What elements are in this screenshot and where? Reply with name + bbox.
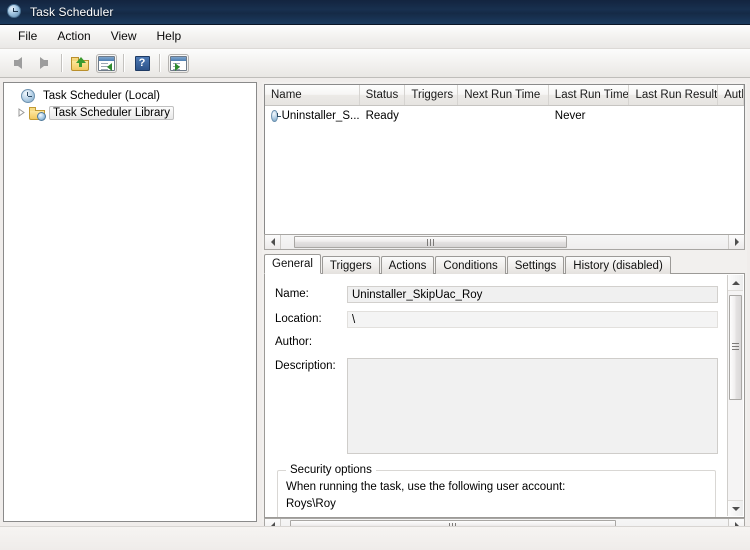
column-header-author[interactable]: Auth	[718, 85, 744, 105]
cell-name: Uninstaller_S...	[265, 109, 360, 122]
security-options-title: Security options	[286, 464, 376, 476]
description-field[interactable]	[347, 358, 718, 454]
toolbar-separator-3	[159, 54, 161, 72]
toolbar-separator-1	[61, 54, 63, 72]
tab-settings[interactable]: Settings	[506, 256, 565, 274]
show-hide-console-tree-button[interactable]	[94, 52, 118, 75]
up-one-level-button[interactable]	[68, 52, 92, 75]
author-label: Author:	[275, 336, 313, 348]
security-account-value: Roys\Roy	[286, 498, 336, 510]
tab-triggers[interactable]: Triggers	[321, 256, 380, 274]
grip-icon	[732, 343, 739, 352]
task-list-view[interactable]: Name Status Triggers Next Run Time Last …	[264, 84, 745, 236]
scroll-right-button[interactable]	[728, 235, 744, 249]
task-scheduler-window: Task Scheduler File Action View Help ? T…	[0, 0, 750, 550]
scroll-track[interactable]	[728, 291, 743, 500]
location-field[interactable]: \	[347, 311, 718, 328]
column-header-last-run-result[interactable]: Last Run Result	[629, 85, 719, 105]
form-row-author: Author:	[275, 334, 728, 350]
help-button[interactable]: ?	[130, 52, 154, 75]
column-header-next-run-time[interactable]: Next Run Time	[458, 85, 549, 105]
detail-vertical-scrollbar[interactable]	[727, 275, 743, 516]
back-button[interactable]	[6, 52, 30, 75]
results-pane: Name Status Triggers Next Run Time Last …	[262, 82, 747, 534]
detail-tabstrip: General Triggers Actions Conditions Sett…	[264, 254, 672, 274]
tab-history[interactable]: History (disabled)	[565, 256, 671, 274]
column-header-status[interactable]: Status	[360, 85, 406, 105]
tab-panel-general: Name: Uninstaller_SkipUac_Roy Location: …	[264, 273, 745, 518]
show-hide-action-pane-button[interactable]	[166, 52, 190, 75]
scroll-up-button[interactable]	[728, 275, 743, 291]
arrow-right-icon	[40, 57, 48, 69]
tree-item-label: Task Scheduler Library	[49, 105, 174, 120]
menu-item-help[interactable]: Help	[147, 26, 192, 47]
clock-icon	[271, 110, 280, 122]
form-row-location: Location: \	[275, 311, 728, 328]
scroll-left-button[interactable]	[265, 235, 281, 249]
author-field[interactable]	[347, 334, 718, 350]
task-detail-pane: General Triggers Actions Conditions Sett…	[264, 254, 745, 518]
scroll-thumb[interactable]	[294, 236, 568, 248]
general-form: Name: Uninstaller_SkipUac_Roy Location: …	[265, 274, 728, 517]
status-bar	[0, 526, 750, 550]
window-clock-icon	[7, 4, 23, 20]
task-name-text: Uninstaller_S...	[281, 109, 360, 122]
column-header-name[interactable]: Name	[265, 85, 360, 105]
tab-actions[interactable]: Actions	[380, 256, 435, 274]
folder-up-icon	[71, 56, 89, 71]
cell-status: Ready	[365, 109, 399, 122]
menu-item-view[interactable]: View	[101, 26, 147, 47]
tree-item-task-scheduler-local[interactable]: Task Scheduler (Local)	[4, 87, 256, 104]
tab-conditions[interactable]: Conditions	[435, 256, 506, 274]
toolbar: ?	[0, 49, 750, 78]
tree-item-label: Task Scheduler (Local)	[43, 89, 160, 102]
scroll-thumb[interactable]	[729, 295, 742, 400]
tree-item-task-scheduler-library[interactable]: Task Scheduler Library	[4, 104, 256, 121]
tree-expander-placeholder	[8, 90, 19, 101]
form-row-name: Name: Uninstaller_SkipUac_Roy	[275, 286, 728, 303]
chevron-right-icon[interactable]	[16, 107, 27, 118]
window-title: Task Scheduler	[30, 5, 114, 19]
column-header-last-run-time[interactable]: Last Run Time	[549, 85, 630, 105]
column-header-triggers[interactable]: Triggers	[405, 85, 459, 105]
console-tree-icon	[95, 53, 117, 73]
folder-clock-icon	[29, 105, 46, 121]
name-label: Name:	[275, 288, 309, 300]
form-row-description: Description:	[275, 358, 728, 454]
menu-bar: File Action View Help	[0, 25, 750, 49]
table-row[interactable]: Uninstaller_S... Ready Never	[265, 106, 744, 125]
location-label: Location:	[275, 313, 322, 325]
scroll-down-button[interactable]	[728, 500, 743, 516]
task-list-horizontal-scrollbar[interactable]	[264, 234, 745, 250]
action-pane-icon	[167, 53, 189, 73]
console-tree-pane[interactable]: Task Scheduler (Local) Task Scheduler Li…	[3, 82, 257, 522]
menu-item-action[interactable]: Action	[47, 26, 100, 47]
cell-last-run-time: Never	[554, 109, 586, 122]
tab-general[interactable]: General	[264, 254, 321, 274]
help-icon: ?	[134, 55, 150, 71]
security-options-group: Security options When running the task, …	[277, 464, 716, 517]
task-list-header: Name Status Triggers Next Run Time Last …	[265, 85, 744, 106]
forward-button[interactable]	[32, 52, 56, 75]
name-field[interactable]: Uninstaller_SkipUac_Roy	[347, 286, 718, 303]
description-label: Description:	[275, 360, 336, 372]
menu-item-file[interactable]: File	[8, 26, 47, 47]
security-account-prompt: When running the task, use the following…	[286, 481, 566, 493]
arrow-left-icon	[14, 57, 22, 69]
toolbar-separator-2	[123, 54, 125, 72]
clock-icon	[21, 88, 37, 104]
scroll-track[interactable]	[281, 235, 728, 249]
grip-icon	[426, 238, 435, 246]
window-title-bar: Task Scheduler	[0, 0, 750, 25]
